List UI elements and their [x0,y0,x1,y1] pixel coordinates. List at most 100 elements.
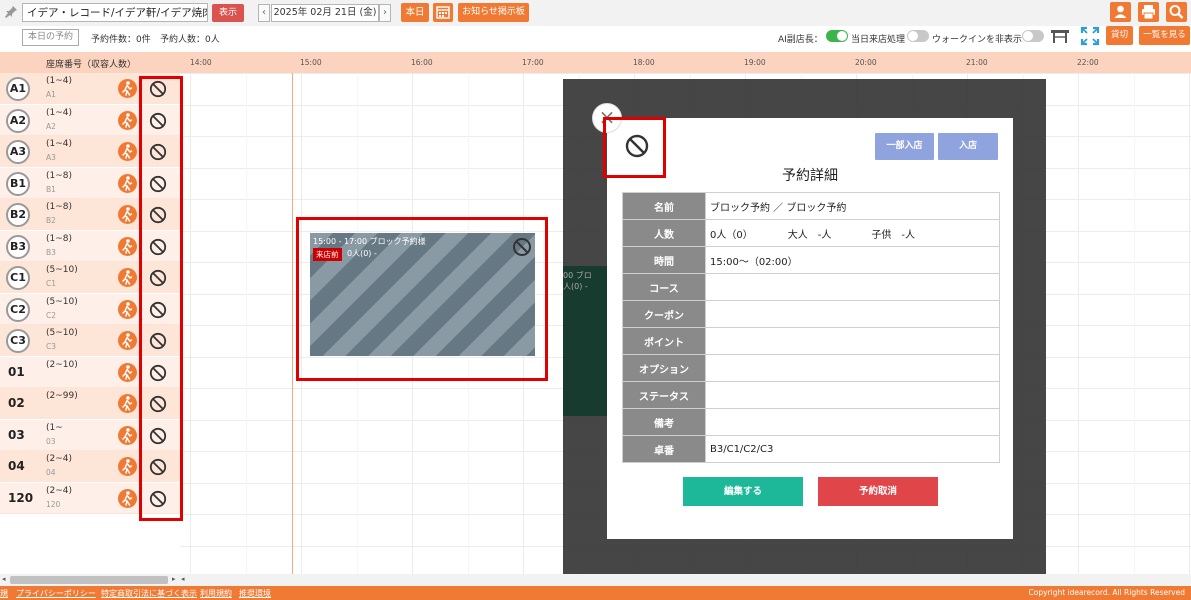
detail-label: クーポン [622,300,706,328]
seat-number: 04 [8,459,25,473]
walk-in-icon[interactable] [118,299,137,319]
walk-in-icon[interactable] [118,394,137,413]
detail-value [705,273,1000,301]
detail-label: ポイント [622,327,706,355]
detail-row: クーポン [622,300,1000,328]
seat-number: C3 [6,329,30,353]
printer-icon [1142,5,1155,20]
seat-column-title: 座席番号（収容人数） [46,60,137,70]
seat-number: 01 [8,364,25,379]
seat-sub-label: A2 [46,121,56,131]
partial-entry-button[interactable]: 一部入店 [875,133,934,160]
date-field[interactable]: 2025年 02月 21日 (金) [271,4,379,22]
time-label: 22:00 [1077,58,1099,67]
today-button[interactable]: 本日 [401,3,429,22]
detail-value: B3/C1/C2/C3 [705,435,1000,463]
detail-table: 名前 ブロック予約 ／ ブロック予約 人数 0人（0） 大人 -人 子供 -人 時間 15… [622,192,1000,463]
footer-link-privacy[interactable]: プライバシーポリシー [16,588,96,599]
search-icon [1169,5,1184,19]
list-view-button[interactable]: 一覧を見る [1139,26,1190,45]
scroll-left-arrow-2[interactable]: ◂ [181,575,185,583]
next-day-button[interactable]: › [379,4,391,22]
grid-column-line [245,73,247,574]
detail-row: ポイント [622,327,1000,355]
scroll-right-arrow[interactable]: ▸ [172,575,176,583]
grid-column-line [1189,73,1190,574]
show-button[interactable]: 表示 [212,4,244,22]
walk-in-icon[interactable] [118,110,137,130]
prev-day-button[interactable]: ‹ [258,4,270,22]
table-icon[interactable] [1050,28,1070,44]
walk-in-icon[interactable] [118,425,137,445]
seat-sub-label: B1 [46,184,56,194]
walk-in-icon[interactable] [118,173,137,193]
detail-label: 時間 [622,246,706,274]
top-bar: イデア・レコード/イデア軒/イデア焼肉 表示 ‹ 2025年 02月 21日 (… [0,0,1191,26]
same-day-toggle[interactable] [826,30,848,42]
highlight-box [603,117,666,178]
lend-button[interactable]: 貸切 [1106,26,1133,45]
walk-in-icon[interactable] [118,268,137,287]
seat-capacity: (1~8) [46,170,73,181]
walk-in-icon[interactable] [118,457,137,476]
seat-number: 120 [8,490,34,505]
detail-row: オプション [622,354,1000,382]
edit-button[interactable]: 編集する [683,477,803,506]
fullscreen-icon[interactable] [1080,26,1100,46]
seat-number: A1 [6,77,30,101]
walk-in-icon[interactable] [118,236,137,256]
scroll-left-arrow[interactable]: ◂ [2,575,6,583]
footer-link-terms[interactable]: 利用規約 [200,588,232,599]
toolbar-row: 本日の予約 予約件数：0件 予約人数：0人 AI副店長： 当日来店処理 ウォーク… [0,26,1191,52]
store-selector[interactable]: イデア・レコード/イデア軒/イデア焼肉 [22,3,208,22]
print-button[interactable] [1138,2,1159,22]
search-button[interactable] [1166,2,1187,22]
walk-in-icon[interactable] [118,79,137,98]
extra-toggle[interactable] [1022,30,1044,42]
time-label: 18:00 [633,58,655,67]
seat-sub-label: C1 [46,279,57,288]
walk-in-icon[interactable] [118,331,137,350]
same-day-label: 当日来店処理 [851,35,906,45]
detail-label: 人数 [622,219,706,247]
seat-capacity: (1~4) [46,76,73,86]
grid-row-line [180,73,1191,74]
notice-board-button[interactable]: お知らせ掲示板 [458,3,529,22]
ai-manager-label: AI副店長： [778,35,823,45]
seat-capacity: (1~ [46,422,63,433]
reservation-people: 予約人数：0人 [160,35,220,45]
walk-in-icon[interactable] [118,362,137,382]
walk-in-icon[interactable] [118,142,137,161]
seat-sub-label: C2 [46,310,57,320]
footer-link-commerce[interactable]: 特定商取引法に基づく表示 [101,588,197,599]
seat-number: 03 [8,427,25,442]
today-reservations-button[interactable]: 本日の予約 [22,29,79,46]
current-time-line [292,73,293,574]
pin-icon[interactable] [4,5,18,19]
detail-value: 15:00～（02:00） [705,246,1000,274]
horizontal-scrollbar[interactable]: ◂ ▸ ◂ [0,574,1191,586]
user-button[interactable] [1110,2,1131,22]
grid-column-line [190,73,191,574]
detail-value [705,327,1000,355]
seat-sub-label: B3 [46,247,56,257]
footer-link-environment[interactable]: 推奨環境 [239,588,271,599]
calendar-icon [436,6,450,19]
detail-row: 人数 0人（0） 大人 -人 子供 -人 [622,219,1000,247]
walk-in-icon[interactable] [118,488,137,508]
seat-sub-label: 04 [46,468,56,477]
cancel-reservation-button[interactable]: 予約取消 [818,477,938,506]
detail-label: 卓番 [622,435,706,463]
grid-column-line [1078,73,1079,574]
walk-in-icon[interactable] [118,205,137,224]
modal-title: 予約詳細 [782,168,838,184]
enter-button[interactable]: 入店 [938,133,998,160]
scrollbar-thumb[interactable] [10,576,168,584]
seat-number: B2 [6,203,30,227]
footer-link[interactable]: 規 [0,588,8,599]
seat-capacity: (5~10) [46,328,78,338]
detail-row: 時間 15:00～（02:00） [622,246,1000,274]
walkin-toggle[interactable] [907,30,929,42]
detail-value: 0人（0） 大人 -人 子供 -人 [705,219,1000,247]
calendar-button[interactable] [433,3,453,22]
